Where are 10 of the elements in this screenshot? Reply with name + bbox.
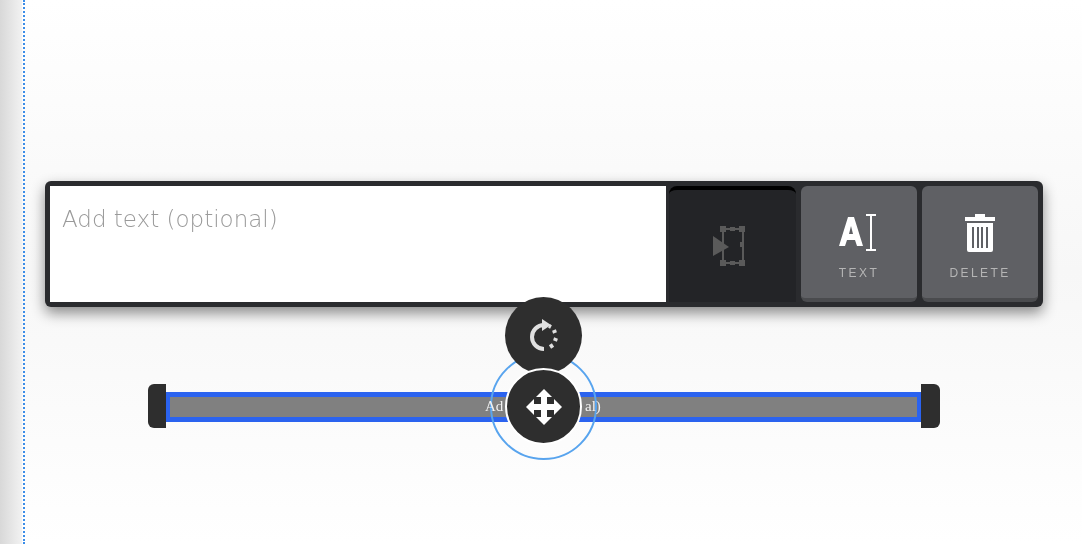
move-icon xyxy=(525,388,562,425)
resize-handle[interactable] xyxy=(148,384,166,428)
text-cursor-icon xyxy=(839,214,879,252)
move-handle[interactable] xyxy=(505,368,582,445)
select-region-button[interactable] xyxy=(669,186,796,302)
text-tool-button[interactable]: TEXT xyxy=(801,186,917,302)
trash-icon xyxy=(965,214,995,252)
resize-handle[interactable] xyxy=(921,384,940,428)
text-input-field[interactable]: Add text (optional) xyxy=(50,186,666,302)
delete-button[interactable]: DELETE xyxy=(922,186,1038,302)
